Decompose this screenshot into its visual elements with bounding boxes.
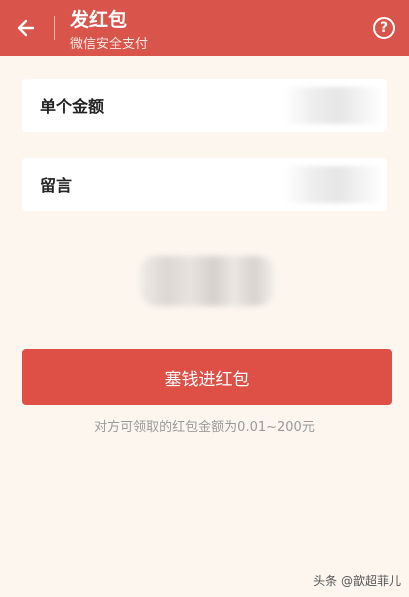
watermark: 头条 @歆超菲儿 — [313, 574, 401, 588]
page-subtitle: 微信安全支付 — [70, 37, 149, 52]
total-amount-display — [140, 256, 274, 306]
page-title: 发红包 — [70, 9, 128, 31]
app-header: 发红包 微信安全支付 ? — [0, 0, 409, 56]
help-button[interactable]: ? — [373, 17, 395, 39]
message-input[interactable] — [283, 166, 383, 203]
submit-red-packet-button[interactable]: 塞钱进红包 — [22, 349, 392, 405]
amount-row: 单个金额 — [22, 79, 387, 132]
header-divider — [54, 16, 55, 40]
message-row: 留言 — [22, 158, 387, 211]
amount-label: 单个金额 — [40, 97, 105, 116]
back-button[interactable] — [10, 12, 42, 44]
question-circle-icon: ? — [379, 20, 389, 36]
amount-input[interactable] — [283, 87, 383, 124]
arrow-left-icon — [17, 19, 35, 37]
amount-range-hint: 对方可领取的红包金额为0.01~200元 — [94, 420, 315, 435]
message-label: 留言 — [40, 176, 73, 195]
